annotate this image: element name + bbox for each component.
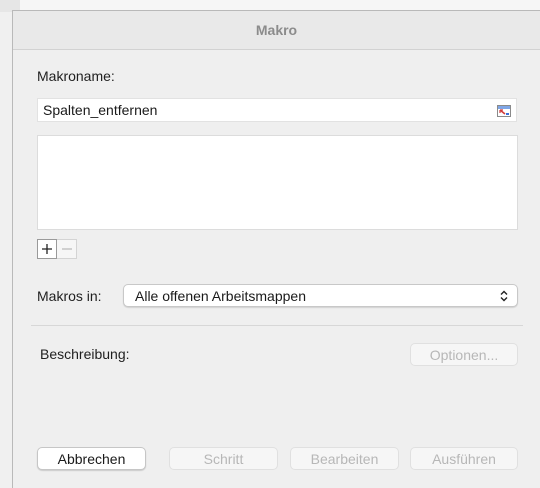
macro-name-field[interactable]: Spalten_entfernen <box>37 98 517 122</box>
macros-in-select[interactable]: Alle offenen Arbeitsmappen <box>123 284 518 307</box>
add-macro-button[interactable] <box>37 239 57 259</box>
up-down-chevron-icon <box>500 290 508 301</box>
remove-macro-button[interactable] <box>57 239 77 259</box>
description-label: Beschreibung: <box>40 346 130 362</box>
dialog-title: Makro <box>255 22 298 38</box>
macros-in-value: Alle offenen Arbeitsmappen <box>135 287 306 304</box>
edit-button[interactable]: Bearbeiten <box>290 447 399 470</box>
macros-in-label: Makros in: <box>37 288 102 304</box>
minus-icon <box>61 248 72 250</box>
macro-name-label: Makroname: <box>37 68 115 84</box>
options-button[interactable]: Optionen... <box>410 343 518 366</box>
macro-name-value: Spalten_entfernen <box>43 102 158 118</box>
macro-dialog: Makro Makroname: Spalten_entfernen Makro… <box>12 10 540 488</box>
macro-list[interactable] <box>37 135 518 230</box>
screen: Makro Makroname: Spalten_entfernen Makro… <box>0 0 540 488</box>
cancel-button[interactable]: Abbrechen <box>37 447 146 470</box>
dialog-titlebar[interactable]: Makro <box>13 11 540 50</box>
divider <box>31 325 523 326</box>
step-button[interactable]: Schritt <box>169 447 278 470</box>
plus-icon <box>42 244 52 254</box>
collapse-dialog-icon[interactable] <box>497 104 511 117</box>
run-button[interactable]: Ausführen <box>410 447 518 470</box>
